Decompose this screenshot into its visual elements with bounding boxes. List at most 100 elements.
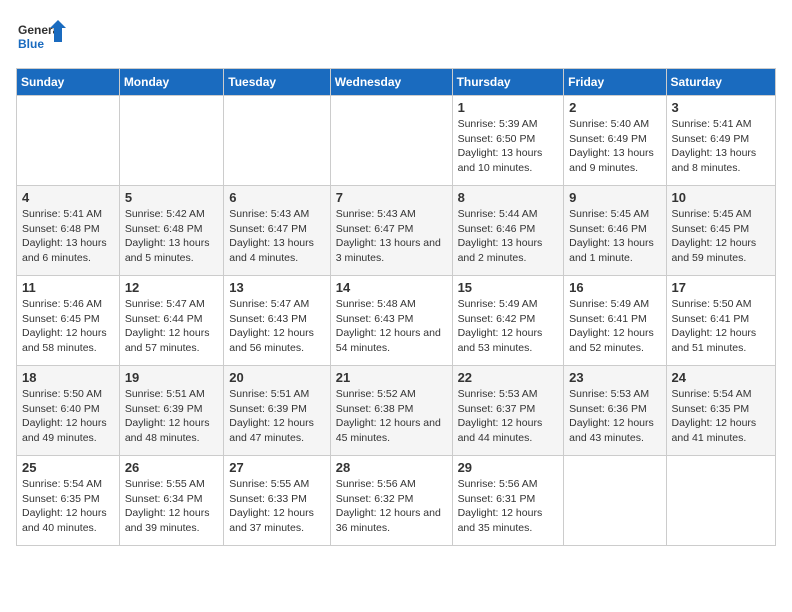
day-number: 23 bbox=[569, 370, 660, 385]
day-info: Sunrise: 5:50 AM Sunset: 6:40 PM Dayligh… bbox=[22, 387, 114, 446]
day-number: 27 bbox=[229, 460, 324, 475]
day-info: Sunrise: 5:53 AM Sunset: 6:36 PM Dayligh… bbox=[569, 387, 660, 446]
day-info: Sunrise: 5:50 AM Sunset: 6:41 PM Dayligh… bbox=[672, 297, 770, 356]
weekday-header-row: SundayMondayTuesdayWednesdayThursdayFrid… bbox=[17, 69, 776, 96]
calendar-cell: 1 Sunrise: 5:39 AM Sunset: 6:50 PM Daylig… bbox=[452, 96, 564, 186]
day-info: Sunrise: 5:41 AM Sunset: 6:48 PM Dayligh… bbox=[22, 207, 114, 266]
calendar-week-row: 4 Sunrise: 5:41 AM Sunset: 6:48 PM Daylig… bbox=[17, 186, 776, 276]
day-info: Sunrise: 5:41 AM Sunset: 6:49 PM Dayligh… bbox=[672, 117, 770, 176]
day-info: Sunrise: 5:51 AM Sunset: 6:39 PM Dayligh… bbox=[125, 387, 218, 446]
day-info: Sunrise: 5:54 AM Sunset: 6:35 PM Dayligh… bbox=[672, 387, 770, 446]
weekday-header-thursday: Thursday bbox=[452, 69, 564, 96]
day-info: Sunrise: 5:54 AM Sunset: 6:35 PM Dayligh… bbox=[22, 477, 114, 536]
calendar-cell: 8Sunrise: 5:44 AM Sunset: 6:46 PM Daylig… bbox=[452, 186, 564, 276]
day-info: Sunrise: 5:43 AM Sunset: 6:47 PM Dayligh… bbox=[229, 207, 324, 266]
day-number: 28 bbox=[336, 460, 447, 475]
calendar-cell: 20 Sunrise: 5:51 AM Sunset: 6:39 PM Dayli… bbox=[224, 366, 330, 456]
day-number: 26 bbox=[125, 460, 218, 475]
calendar-cell: 28 Sunrise: 5:56 AM Sunset: 6:32 PM Dayli… bbox=[330, 456, 452, 546]
calendar-cell: 2Sunrise: 5:40 AM Sunset: 6:49 PM Daylig… bbox=[564, 96, 666, 186]
weekday-header-friday: Friday bbox=[564, 69, 666, 96]
day-number: 22 bbox=[458, 370, 559, 385]
calendar-cell: 21 Sunrise: 5:52 AM Sunset: 6:38 PM Dayli… bbox=[330, 366, 452, 456]
day-info: Sunrise: 5:49 AM Sunset: 6:42 PM Dayligh… bbox=[458, 297, 559, 356]
weekday-header-sunday: Sunday bbox=[17, 69, 120, 96]
day-info: Sunrise: 5:48 AM Sunset: 6:43 PM Dayligh… bbox=[336, 297, 447, 356]
day-number: 15 bbox=[458, 280, 559, 295]
weekday-header-tuesday: Tuesday bbox=[224, 69, 330, 96]
day-number: 9 bbox=[569, 190, 660, 205]
calendar-cell: 16 Sunrise: 5:49 AM Sunset: 6:41 PM Dayli… bbox=[564, 276, 666, 366]
day-info: Sunrise: 5:56 AM Sunset: 6:31 PM Dayligh… bbox=[458, 477, 559, 536]
logo: General Blue bbox=[16, 16, 66, 56]
calendar-week-row: 25Sunrise: 5:54 AM Sunset: 6:35 PM Dayli… bbox=[17, 456, 776, 546]
day-info: Sunrise: 5:52 AM Sunset: 6:38 PM Dayligh… bbox=[336, 387, 447, 446]
calendar-cell: 6 Sunrise: 5:43 AM Sunset: 6:47 PM Daylig… bbox=[224, 186, 330, 276]
day-info: Sunrise: 5:47 AM Sunset: 6:43 PM Dayligh… bbox=[229, 297, 324, 356]
calendar-cell: 12 Sunrise: 5:47 AM Sunset: 6:44 PM Dayli… bbox=[119, 276, 223, 366]
day-info: Sunrise: 5:45 AM Sunset: 6:46 PM Dayligh… bbox=[569, 207, 660, 266]
calendar-body: 1 Sunrise: 5:39 AM Sunset: 6:50 PM Daylig… bbox=[17, 96, 776, 546]
calendar-cell: 3Sunrise: 5:41 AM Sunset: 6:49 PM Daylig… bbox=[666, 96, 775, 186]
day-info: Sunrise: 5:39 AM Sunset: 6:50 PM Dayligh… bbox=[458, 117, 559, 176]
day-info: Sunrise: 5:56 AM Sunset: 6:32 PM Dayligh… bbox=[336, 477, 447, 536]
calendar-table: SundayMondayTuesdayWednesdayThursdayFrid… bbox=[16, 68, 776, 546]
day-info: Sunrise: 5:47 AM Sunset: 6:44 PM Dayligh… bbox=[125, 297, 218, 356]
day-info: Sunrise: 5:42 AM Sunset: 6:48 PM Dayligh… bbox=[125, 207, 218, 266]
calendar-week-row: 18 Sunrise: 5:50 AM Sunset: 6:40 PM Dayli… bbox=[17, 366, 776, 456]
calendar-cell: 18 Sunrise: 5:50 AM Sunset: 6:40 PM Dayli… bbox=[17, 366, 120, 456]
day-number: 17 bbox=[672, 280, 770, 295]
calendar-cell: 10 Sunrise: 5:45 AM Sunset: 6:45 PM Dayli… bbox=[666, 186, 775, 276]
calendar-cell: 15 Sunrise: 5:49 AM Sunset: 6:42 PM Dayli… bbox=[452, 276, 564, 366]
calendar-cell: 26Sunrise: 5:55 AM Sunset: 6:34 PM Dayli… bbox=[119, 456, 223, 546]
day-number: 19 bbox=[125, 370, 218, 385]
weekday-header-monday: Monday bbox=[119, 69, 223, 96]
calendar-cell: 23 Sunrise: 5:53 AM Sunset: 6:36 PM Dayli… bbox=[564, 366, 666, 456]
calendar-cell: 13Sunrise: 5:47 AM Sunset: 6:43 PM Dayli… bbox=[224, 276, 330, 366]
calendar-cell: 25Sunrise: 5:54 AM Sunset: 6:35 PM Dayli… bbox=[17, 456, 120, 546]
calendar-cell: 11 Sunrise: 5:46 AM Sunset: 6:45 PM Dayli… bbox=[17, 276, 120, 366]
day-number: 5 bbox=[125, 190, 218, 205]
day-info: Sunrise: 5:53 AM Sunset: 6:37 PM Dayligh… bbox=[458, 387, 559, 446]
calendar-cell: 19 Sunrise: 5:51 AM Sunset: 6:39 PM Dayli… bbox=[119, 366, 223, 456]
day-number: 20 bbox=[229, 370, 324, 385]
day-number: 6 bbox=[229, 190, 324, 205]
day-number: 10 bbox=[672, 190, 770, 205]
day-info: Sunrise: 5:45 AM Sunset: 6:45 PM Dayligh… bbox=[672, 207, 770, 266]
day-number: 7 bbox=[336, 190, 447, 205]
calendar-cell bbox=[17, 96, 120, 186]
calendar-week-row: 11 Sunrise: 5:46 AM Sunset: 6:45 PM Dayli… bbox=[17, 276, 776, 366]
day-number: 24 bbox=[672, 370, 770, 385]
day-number: 12 bbox=[125, 280, 218, 295]
day-number: 29 bbox=[458, 460, 559, 475]
calendar-cell: 7 Sunrise: 5:43 AM Sunset: 6:47 PM Daylig… bbox=[330, 186, 452, 276]
day-number: 18 bbox=[22, 370, 114, 385]
day-number: 4 bbox=[22, 190, 114, 205]
day-number: 1 bbox=[458, 100, 559, 115]
calendar-cell: 29 Sunrise: 5:56 AM Sunset: 6:31 PM Dayli… bbox=[452, 456, 564, 546]
calendar-cell: 17 Sunrise: 5:50 AM Sunset: 6:41 PM Dayli… bbox=[666, 276, 775, 366]
calendar-cell bbox=[119, 96, 223, 186]
day-info: Sunrise: 5:43 AM Sunset: 6:47 PM Dayligh… bbox=[336, 207, 447, 266]
calendar-cell: 24 Sunrise: 5:54 AM Sunset: 6:35 PM Dayli… bbox=[666, 366, 775, 456]
weekday-header-saturday: Saturday bbox=[666, 69, 775, 96]
day-number: 16 bbox=[569, 280, 660, 295]
calendar-cell: 27Sunrise: 5:55 AM Sunset: 6:33 PM Dayli… bbox=[224, 456, 330, 546]
svg-text:Blue: Blue bbox=[18, 37, 44, 51]
day-info: Sunrise: 5:51 AM Sunset: 6:39 PM Dayligh… bbox=[229, 387, 324, 446]
day-number: 21 bbox=[336, 370, 447, 385]
calendar-cell: 9 Sunrise: 5:45 AM Sunset: 6:46 PM Daylig… bbox=[564, 186, 666, 276]
day-number: 14 bbox=[336, 280, 447, 295]
calendar-cell: 14 Sunrise: 5:48 AM Sunset: 6:43 PM Dayli… bbox=[330, 276, 452, 366]
calendar-cell bbox=[224, 96, 330, 186]
day-number: 8 bbox=[458, 190, 559, 205]
day-info: Sunrise: 5:46 AM Sunset: 6:45 PM Dayligh… bbox=[22, 297, 114, 356]
day-info: Sunrise: 5:49 AM Sunset: 6:41 PM Dayligh… bbox=[569, 297, 660, 356]
day-number: 2 bbox=[569, 100, 660, 115]
calendar-cell bbox=[330, 96, 452, 186]
logo-svg: General Blue bbox=[16, 16, 66, 56]
day-number: 11 bbox=[22, 280, 114, 295]
calendar-cell bbox=[666, 456, 775, 546]
calendar-week-row: 1 Sunrise: 5:39 AM Sunset: 6:50 PM Daylig… bbox=[17, 96, 776, 186]
calendar-cell: 4 Sunrise: 5:41 AM Sunset: 6:48 PM Daylig… bbox=[17, 186, 120, 276]
